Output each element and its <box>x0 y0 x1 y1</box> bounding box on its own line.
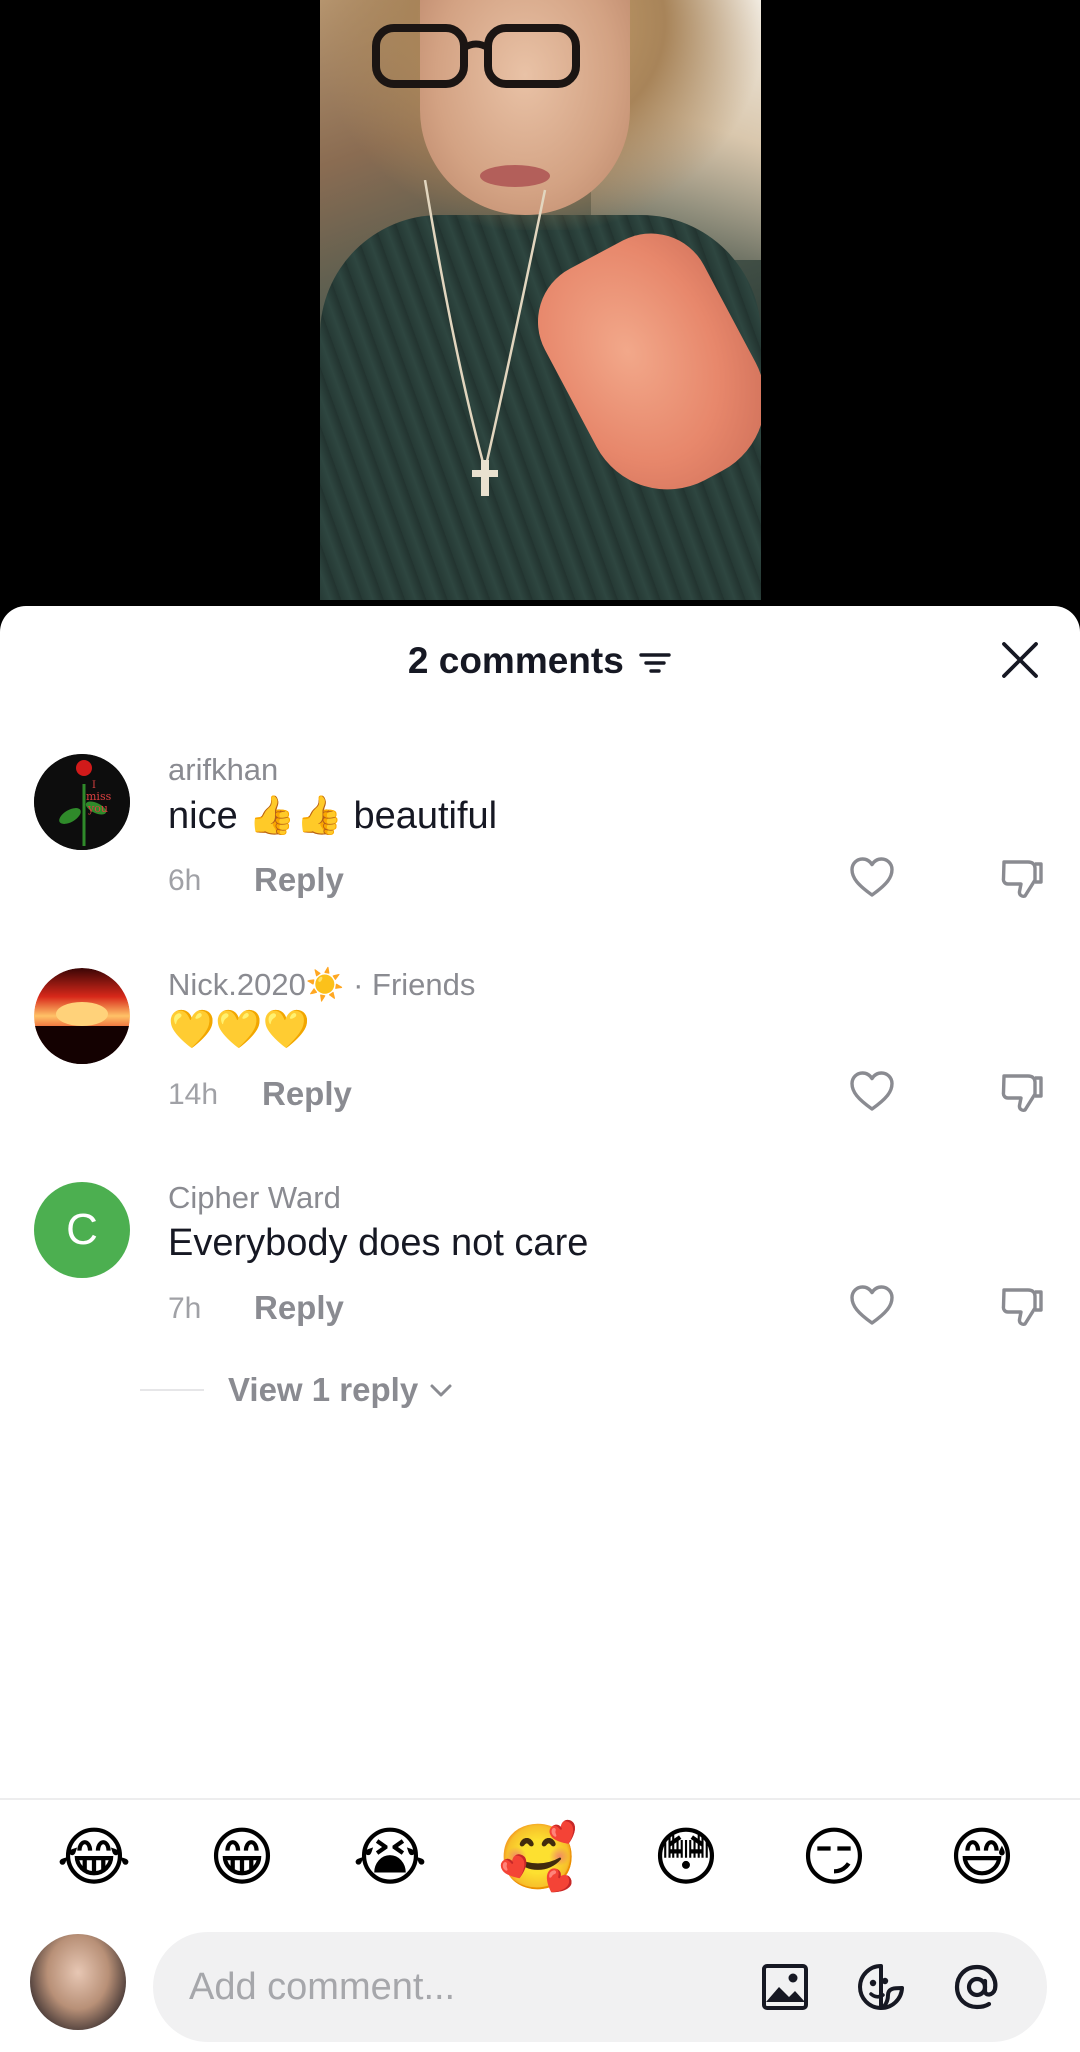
view-replies-label: View 1 reply <box>228 1371 419 1408</box>
heart-icon[interactable] <box>848 1282 896 1330</box>
dislike-icon[interactable] <box>998 1282 1046 1330</box>
image-icon[interactable] <box>759 1961 811 2013</box>
video-frame[interactable] <box>320 0 761 600</box>
video-player[interactable] <box>0 0 1080 606</box>
heart-icon[interactable] <box>848 1068 896 1116</box>
comment-item: Nick.2020☀️ · Friends 💛💛💛 14h Reply <box>0 966 1080 1168</box>
comment-text: Everybody does not care <box>168 1222 589 1264</box>
emoji-cry-button[interactable]: 😭 <box>348 1816 432 1900</box>
comment-input-pill[interactable] <box>153 1932 1047 2042</box>
comment-username[interactable]: Cipher Ward <box>168 1180 341 1216</box>
sticker-icon[interactable] <box>855 1961 907 2013</box>
emoji-flushed-button[interactable]: 😳 <box>644 1816 728 1900</box>
comment-timestamp: 6h <box>168 864 202 897</box>
emoji-grin-button[interactable]: 😁 <box>200 1816 284 1900</box>
dislike-icon[interactable] <box>998 1068 1046 1116</box>
comment-timestamp: 14h <box>168 1078 219 1111</box>
emoji-laugh-button[interactable]: 😂 <box>52 1816 136 1900</box>
comment-count-label: 2 comments <box>407 640 624 681</box>
svg-text:you: you <box>87 802 108 815</box>
sheet-header: 2 comments <box>0 606 1080 716</box>
heart-icon[interactable] <box>848 854 896 902</box>
avatar-initial: C <box>66 1205 98 1254</box>
emoji-quick-bar: 😂 😁 😭 🥰 😳 😏 😅 <box>0 1816 1080 1906</box>
video-glasses <box>372 24 580 88</box>
rose-avatar-icon: I miss you <box>34 754 130 850</box>
reply-button[interactable]: Reply <box>254 861 344 899</box>
comment-username[interactable]: Nick.2020☀️ <box>168 967 344 1002</box>
comment-timestamp: 7h <box>168 1292 202 1325</box>
sunset-avatar-icon <box>34 968 130 1064</box>
comment-composer <box>0 1932 1080 2042</box>
video-necklace <box>423 180 547 496</box>
comment-username[interactable]: arifkhan <box>168 752 278 788</box>
sort-icon[interactable] <box>638 648 672 678</box>
comment-text: nice 👍👍 beautiful <box>168 795 498 837</box>
close-icon[interactable] <box>1000 640 1040 680</box>
comment-text: 💛💛💛 <box>168 1009 310 1051</box>
avatar[interactable] <box>34 968 130 1064</box>
comment-input[interactable] <box>189 1957 709 2017</box>
my-avatar[interactable] <box>30 1934 126 2030</box>
comment-item: C Cipher Ward Everybody does not care 7h… <box>0 1180 1080 1382</box>
reply-thread-line <box>140 1389 204 1391</box>
emoji-sweat-smile-button[interactable]: 😅 <box>940 1816 1024 1900</box>
comment-item: I miss you arifkhan nice 👍👍 beautiful 6h… <box>0 752 1080 954</box>
comment-count-title: 2 comments <box>0 640 1080 682</box>
reply-button[interactable]: Reply <box>262 1075 352 1113</box>
chevron-down-icon <box>430 1384 452 1397</box>
reply-button[interactable]: Reply <box>254 1289 344 1327</box>
emoji-hearts-button[interactable]: 🥰 <box>496 1816 580 1900</box>
emoji-smirk-button[interactable]: 😏 <box>792 1816 876 1900</box>
divider <box>0 1798 1080 1800</box>
mention-icon[interactable] <box>951 1961 1003 2013</box>
avatar[interactable]: C <box>34 1182 130 1278</box>
avatar[interactable]: I miss you <box>34 754 130 850</box>
friends-badge: · Friends <box>353 967 476 1002</box>
view-replies-button[interactable]: View 1 reply <box>140 1366 454 1414</box>
dislike-icon[interactable] <box>998 854 1046 902</box>
comment-username-row: Nick.2020☀️ · Friends <box>168 966 475 1003</box>
